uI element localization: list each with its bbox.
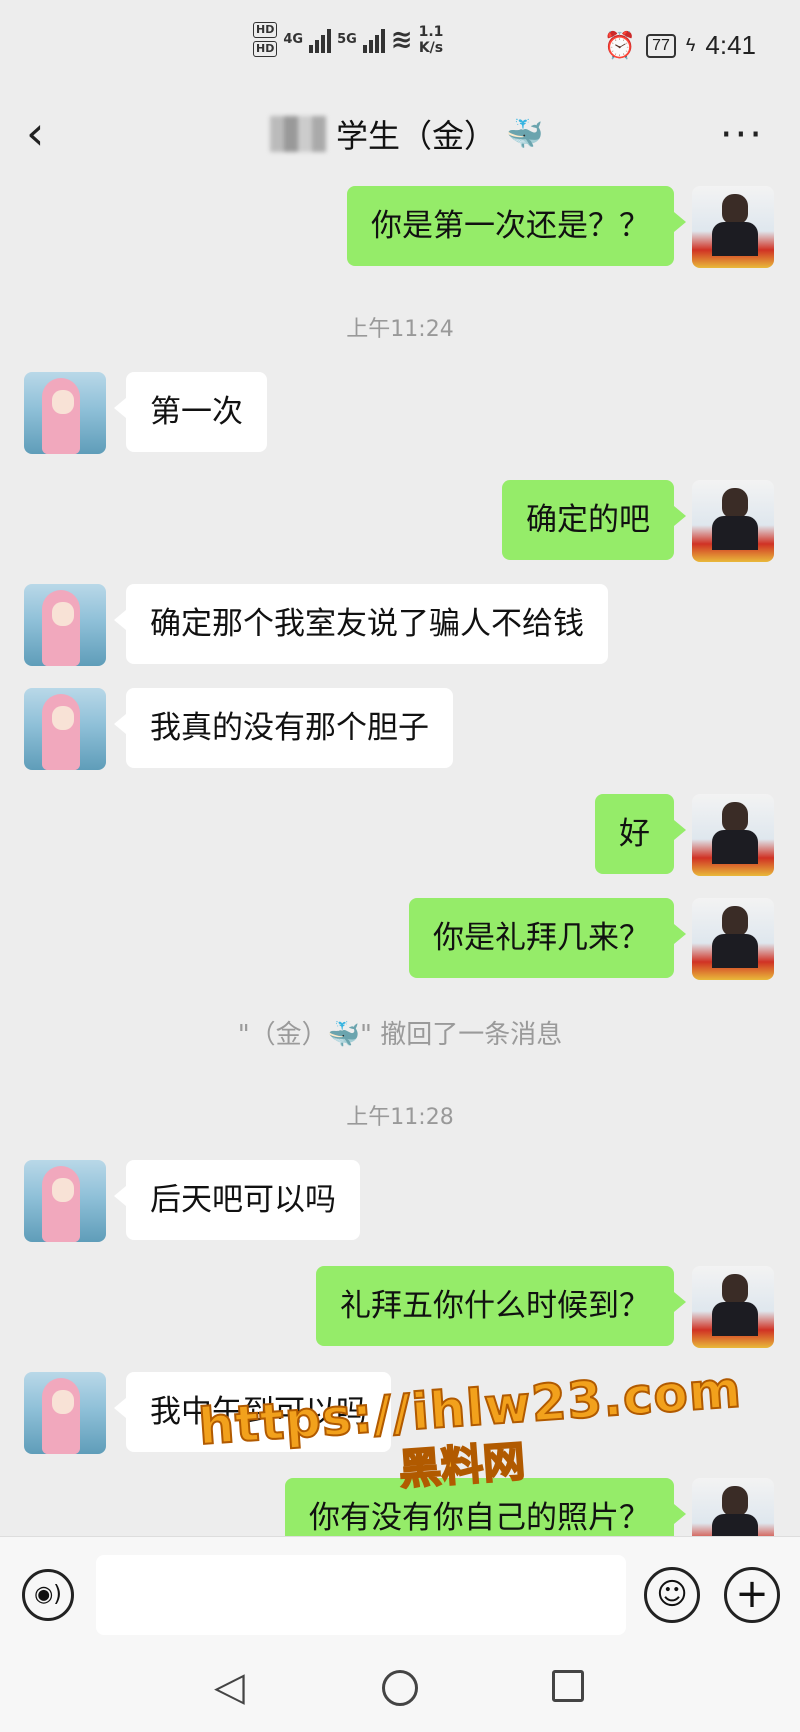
message-bubble[interactable]: 我中午到可以吗	[114, 1372, 391, 1452]
self-avatar[interactable]	[692, 898, 774, 980]
wifi-icon: ≋	[390, 24, 413, 55]
status-indicators: HD HD 4G 5G ≋ 1.1 K/s	[253, 22, 443, 57]
self-avatar[interactable]	[692, 186, 774, 268]
message-text: 后天吧可以吗	[150, 1182, 336, 1218]
signal-icon	[309, 27, 332, 53]
message-other: 我中午到可以吗	[0, 1372, 800, 1462]
battery-icon: 77	[646, 33, 676, 58]
message-bubble[interactable]: 你是礼拜几来？	[409, 898, 686, 978]
input-bar: ◉) ☺ +	[0, 1536, 800, 1648]
message-text: 你是第一次还是？？	[371, 208, 650, 244]
message-self: 确定的吧	[0, 480, 800, 570]
message-bubble[interactable]: 你是第一次还是？？	[347, 186, 686, 266]
chat-header: ‹ 学生（金） 🐳 ···	[0, 90, 800, 176]
message-other: 确定那个我室友说了骗人不给钱	[0, 584, 800, 674]
message-bubble[interactable]: 确定的吧	[502, 480, 686, 560]
nav-home-icon[interactable]	[382, 1670, 418, 1706]
plus-icon[interactable]: +	[724, 1567, 780, 1623]
network-type: 5G	[337, 32, 357, 47]
message-other: 我真的没有那个胆子	[0, 688, 800, 778]
self-avatar[interactable]	[692, 1266, 774, 1348]
speed-value: 1.1	[418, 23, 444, 40]
message-bubble[interactable]: 好	[595, 794, 686, 874]
self-avatar[interactable]	[692, 1478, 774, 1536]
self-avatar[interactable]	[692, 794, 774, 876]
recall-notice: "（金）🐳" 撤回了一条消息	[237, 1020, 563, 1050]
message-bubble[interactable]: 后天吧可以吗	[114, 1160, 360, 1240]
message-text: 确定的吧	[526, 502, 650, 538]
status-bar: HD HD 4G 5G ≋ 1.1 K/s ⏰ 77 ϟ 4:41	[0, 0, 800, 90]
timestamp: 上午11:28	[346, 1105, 454, 1130]
more-dots-icon[interactable]: ···	[720, 112, 764, 158]
message-bubble[interactable]: 我真的没有那个胆子	[114, 688, 453, 768]
message-input[interactable]	[96, 1555, 626, 1635]
clock: 4:41	[705, 30, 756, 60]
alarm-icon: ⏰	[603, 30, 637, 60]
message-text: 你是礼拜几来？	[433, 920, 650, 956]
hd-badge: HD	[253, 22, 278, 38]
timestamp: 上午11:24	[346, 317, 454, 342]
message-self: 礼拜五你什么时候到？	[0, 1266, 800, 1356]
message-text: 我真的没有那个胆子	[150, 710, 429, 746]
charging-icon: ϟ	[685, 35, 696, 55]
message-list[interactable]: 你是第一次还是？？ 上午11:24 第一次 确定的吧 确定那个我室友说了骗人不给…	[0, 176, 800, 1536]
system-nav-bar: ◁	[0, 1648, 800, 1732]
message-bubble[interactable]: 礼拜五你什么时候到？	[316, 1266, 686, 1346]
message-self: 你是第一次还是？？	[0, 186, 800, 276]
voice-icon[interactable]: ◉)	[22, 1569, 74, 1621]
contact-avatar[interactable]	[24, 1160, 106, 1242]
contact-avatar[interactable]	[24, 688, 106, 770]
signal-icon	[362, 27, 385, 53]
contact-avatar[interactable]	[24, 1372, 106, 1454]
emoji-icon[interactable]: ☺	[644, 1567, 700, 1623]
message-text: 你有没有你自己的照片？	[309, 1500, 650, 1536]
status-right: ⏰ 77 ϟ 4:41	[604, 30, 756, 61]
speed-unit: K/s	[418, 39, 444, 56]
contact-avatar[interactable]	[24, 584, 106, 666]
network-type: 4G	[283, 32, 304, 47]
message-self: 好	[0, 794, 800, 884]
message-self: 你有没有你自己的照片？	[0, 1478, 800, 1536]
contact-avatar[interactable]	[24, 372, 106, 454]
nav-back-icon[interactable]: ◁	[214, 1664, 245, 1710]
message-other: 第一次	[0, 372, 800, 462]
blurred-name	[270, 116, 326, 152]
message-text: 我中午到可以吗	[150, 1394, 367, 1430]
message-bubble[interactable]: 你有没有你自己的照片？	[285, 1478, 686, 1536]
net-speed: 1.1 K/s	[419, 24, 444, 56]
whale-icon: 🐳	[506, 116, 544, 152]
message-text: 第一次	[150, 394, 243, 430]
chat-title: 学生（金） 🐳	[270, 104, 543, 164]
message-bubble[interactable]: 第一次	[114, 372, 267, 452]
message-bubble[interactable]: 确定那个我室友说了骗人不给钱	[114, 584, 608, 664]
message-self: 你是礼拜几来？	[0, 898, 800, 988]
message-other: 后天吧可以吗	[0, 1160, 800, 1250]
contact-name: 学生（金）	[336, 117, 497, 155]
message-text: 礼拜五你什么时候到？	[340, 1288, 650, 1324]
self-avatar[interactable]	[692, 480, 774, 562]
chevron-left-icon[interactable]: ‹	[26, 108, 66, 158]
nav-recent-icon[interactable]	[552, 1670, 584, 1702]
hd-badge: HD	[253, 41, 278, 57]
message-text: 好	[619, 816, 650, 852]
message-text: 确定那个我室友说了骗人不给钱	[150, 606, 584, 642]
